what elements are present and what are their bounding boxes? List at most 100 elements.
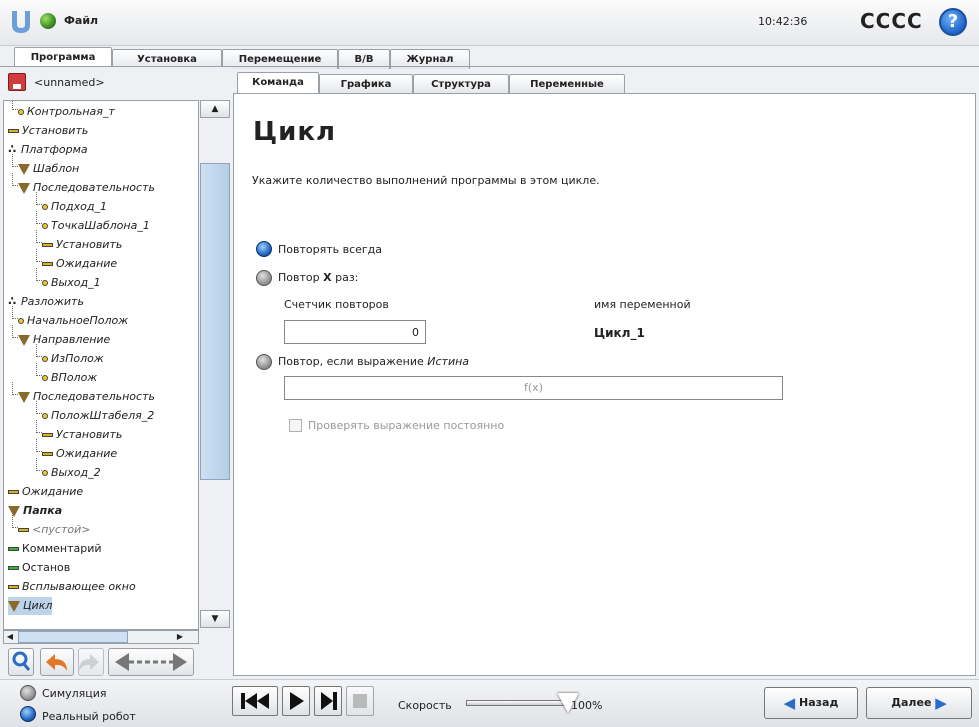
- program-name: <unnamed>: [34, 76, 105, 89]
- tree-node-label: Останов: [22, 561, 71, 574]
- file-menu[interactable]: Файл: [64, 14, 98, 27]
- tree-node[interactable]: <пустой>: [18, 521, 90, 539]
- back-button[interactable]: ◀ Назад: [764, 687, 858, 719]
- step-button[interactable]: [314, 686, 342, 716]
- tree-node[interactable]: ТочкаШаблона_1: [42, 217, 150, 235]
- stop-button[interactable]: [346, 686, 374, 716]
- tree-node[interactable]: Выход_2: [42, 464, 101, 482]
- next-button[interactable]: Далее ▶: [866, 687, 972, 719]
- radio-repeat-times[interactable]: [256, 270, 272, 286]
- expression-input[interactable]: f(x): [284, 376, 783, 400]
- tree-node-label: Платформа: [21, 143, 88, 156]
- tree-node-label: <пустой>: [32, 523, 91, 536]
- waypoint-icon: [18, 109, 24, 115]
- tree-node[interactable]: Платформа: [8, 140, 88, 159]
- tree-node[interactable]: НачальноеПолож: [18, 312, 128, 330]
- waypoint-icon: [42, 375, 48, 381]
- arrow-right-icon: ▶: [935, 694, 947, 712]
- tab-graphics[interactable]: Графика: [319, 74, 413, 94]
- radio-repeat-always[interactable]: [256, 241, 272, 257]
- tree-node[interactable]: Направление: [18, 331, 110, 349]
- horizontal-scroll-thumb[interactable]: [18, 631, 128, 643]
- tree-node[interactable]: Ожидание: [42, 445, 117, 463]
- tree-node[interactable]: Установить: [42, 236, 122, 254]
- scroll-left-icon[interactable]: ◀: [4, 631, 16, 643]
- tree-node[interactable]: ВПолож: [42, 369, 97, 387]
- tree-node[interactable]: Комментарий: [8, 540, 102, 558]
- tree-node[interactable]: Установить: [42, 426, 122, 444]
- radio-real-robot[interactable]: [20, 706, 36, 722]
- tab-variables[interactable]: Переменные: [509, 74, 625, 94]
- folder-icon: [18, 163, 30, 175]
- scroll-right-icon[interactable]: ▶: [174, 631, 186, 643]
- comment-icon: [8, 566, 19, 570]
- tree-node-label: НачальноеПолож: [27, 314, 129, 327]
- tree-node[interactable]: Разложить: [8, 292, 84, 311]
- tree-node-label: ВПолож: [51, 371, 98, 384]
- tree-node[interactable]: Цикл: [8, 597, 53, 615]
- tree-node-label: Последовательность: [33, 390, 155, 403]
- tree-node[interactable]: Всплывающее окно: [8, 578, 136, 596]
- ur-logo-icon: [12, 11, 30, 33]
- radio-simulation[interactable]: [20, 685, 36, 701]
- play-button[interactable]: [282, 686, 310, 716]
- tree-node[interactable]: Останов: [8, 559, 70, 577]
- tree-node[interactable]: ИзПолож: [42, 350, 104, 368]
- tree-node[interactable]: Контрольная_т: [18, 103, 115, 121]
- tab-structure[interactable]: Структура: [413, 74, 509, 94]
- tree-node-label: Установить: [56, 238, 123, 251]
- folder-icon: [8, 600, 20, 612]
- top-bar: [0, 0, 979, 46]
- program-tree[interactable]: Контрольная_т Установить Платформа Шаблон По…: [3, 100, 199, 630]
- help-icon[interactable]: ?: [939, 8, 967, 36]
- globe-icon[interactable]: [40, 13, 56, 29]
- tree-node-label: Выход_2: [51, 466, 101, 479]
- scroll-down-button[interactable]: ▼: [200, 610, 230, 628]
- undo-button[interactable]: [40, 648, 74, 676]
- folder-icon: [18, 334, 30, 346]
- tree-node[interactable]: Подход_1: [42, 198, 107, 216]
- waypoint-icon: [42, 356, 48, 362]
- folder-icon: [18, 391, 30, 403]
- tree-node[interactable]: Установить: [8, 122, 88, 140]
- save-icon[interactable]: [8, 73, 26, 91]
- search-icon: [12, 651, 31, 671]
- tree-node-label: Выход_1: [51, 276, 101, 289]
- move-node-button[interactable]: [108, 648, 194, 676]
- arrow-left-icon: ◀: [783, 694, 796, 712]
- stop-icon: [353, 694, 367, 708]
- command-description: Укажите количество выполнений программы …: [252, 174, 600, 187]
- set-icon: [42, 433, 53, 437]
- tree-horizontal-scrollbar[interactable]: ◀ ▶: [3, 630, 199, 644]
- redo-button[interactable]: [78, 648, 104, 676]
- tree-node[interactable]: ПоложШтабеля_2: [42, 407, 154, 425]
- play-icon: [290, 692, 304, 710]
- tab-command[interactable]: Команда: [237, 72, 319, 94]
- tree-node-label: Последовательность: [33, 181, 155, 194]
- tree-node-label: Установить: [22, 124, 89, 137]
- tree-node-label: Папка: [23, 504, 63, 517]
- speed-slider[interactable]: [466, 700, 568, 706]
- rewind-button[interactable]: [232, 686, 278, 716]
- scroll-up-button[interactable]: ▲: [200, 100, 230, 118]
- comment-icon: [8, 547, 19, 551]
- waypoint-icon: [42, 223, 48, 229]
- tree-node[interactable]: Шаблон: [18, 160, 79, 178]
- tree-node-label: ИзПолож: [51, 352, 104, 365]
- tree-node-label: Ожидание: [56, 447, 118, 460]
- waypoint-icon: [18, 318, 24, 324]
- radio-repeat-while[interactable]: [256, 354, 272, 370]
- tree-node[interactable]: Ожидание: [8, 483, 83, 501]
- repeat-always-label: Повторять всегда: [278, 243, 383, 256]
- counter-input[interactable]: 0: [284, 320, 426, 344]
- waypoint-icon: [42, 204, 48, 210]
- tree-node-label: Ожидание: [22, 485, 84, 498]
- tree-node-label: Направление: [33, 333, 111, 346]
- check-continuously-checkbox[interactable]: [289, 419, 302, 432]
- tree-node[interactable]: Ожидание: [42, 255, 117, 273]
- tree-node[interactable]: Выход_1: [42, 274, 101, 292]
- search-button[interactable]: [8, 648, 34, 676]
- variable-name-label: имя переменной: [594, 298, 691, 311]
- tree-scroll-thumb[interactable]: [200, 163, 230, 480]
- repeat-while-label: Повтор, если выражение Истина: [278, 355, 470, 368]
